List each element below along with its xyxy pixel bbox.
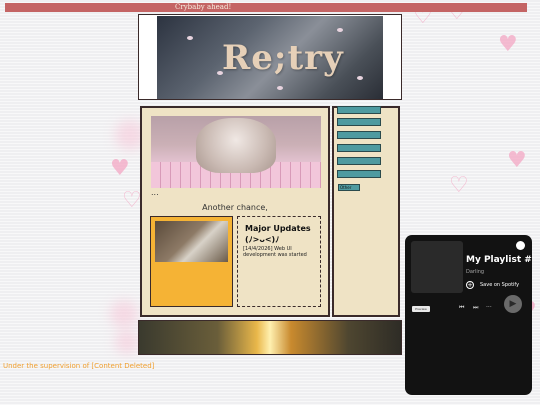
playlist-owner[interactable]: Darling: [466, 269, 484, 275]
play-icon[interactable]: ▶: [504, 295, 522, 313]
more-options-button[interactable]: ···: [486, 304, 492, 311]
update-entry: [14/4/2026] Web UI development was start…: [243, 246, 307, 258]
preview-badge: Preview: [412, 306, 430, 312]
heart-icon: ♡: [449, 173, 469, 198]
sunset-footer-image: [138, 320, 402, 355]
heart-icon: ♥: [110, 156, 130, 181]
playlist-title[interactable]: My Playlist #: [466, 255, 532, 265]
nav-button[interactable]: [337, 157, 381, 165]
tagline: Another chance,: [202, 203, 268, 212]
nav-button[interactable]: [337, 144, 381, 152]
petal-icon: [357, 76, 363, 80]
cat: [196, 118, 276, 173]
updates-card: Major Updates (ﾉ>ᴗ<)ﾉ [14/4/2026] Web UI…: [237, 216, 321, 307]
nav-button[interactable]: [337, 106, 381, 114]
sidebar-nav: Other: [332, 106, 400, 317]
cat-keyboard-image: [151, 116, 321, 188]
nav-button[interactable]: [337, 131, 381, 139]
bg-blur: [110, 300, 138, 328]
heart-icon: ♡: [122, 188, 142, 213]
updates-kaomoji: (ﾉ>ᴗ<)ﾉ: [245, 235, 280, 244]
photo-card: [150, 216, 233, 307]
save-on-spotify-button[interactable]: Save on Spotify: [480, 282, 519, 288]
petal-icon: [187, 36, 193, 40]
spotify-logo-icon[interactable]: [516, 241, 525, 250]
spotify-player: My Playlist # Darling + Save on Spotify …: [405, 235, 532, 395]
petal-icon: [277, 86, 283, 90]
nav-button[interactable]: [337, 170, 381, 178]
nav-select[interactable]: Other: [338, 184, 360, 191]
plus-circle-icon[interactable]: +: [466, 281, 474, 289]
heart-icon: ♥: [507, 148, 527, 173]
marquee-banner: Crybaby ahead!: [5, 3, 527, 12]
heart-icon: ♥: [498, 32, 518, 57]
credit-text: Under the supervision of [Content Delete…: [3, 362, 155, 370]
cat-letter-photo: [155, 221, 228, 262]
banner-image: Re;try: [157, 16, 383, 99]
header-banner: Re;try: [138, 14, 402, 100]
updates-heading: Major Updates: [245, 224, 311, 233]
site-title: Re;try: [222, 38, 344, 78]
marquee-text: Crybaby ahead!: [175, 3, 232, 11]
bg-blur: [115, 330, 139, 354]
main-panel: ... Another chance, Major Updates (ﾉ>ᴗ<)…: [140, 106, 330, 317]
playlist-cover: [411, 241, 463, 293]
ellipsis-text: ...: [151, 188, 159, 197]
petal-icon: [337, 28, 343, 32]
nav-button[interactable]: [337, 118, 381, 126]
skip-forward-icon[interactable]: ⏭: [473, 304, 478, 312]
skip-back-icon[interactable]: ⏮: [459, 304, 464, 312]
